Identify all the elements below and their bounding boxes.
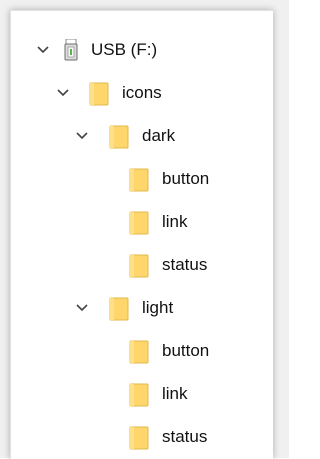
tree-item-light-button[interactable]: button <box>11 331 273 373</box>
folder-icon <box>129 340 149 364</box>
tree-item-dark-status[interactable]: status <box>11 245 273 287</box>
folder-icon <box>129 383 149 407</box>
chevron-down-icon[interactable] <box>56 86 70 100</box>
tree-item-label: button <box>162 169 210 188</box>
folder-icon <box>109 297 129 321</box>
tree-item-light-link[interactable]: link <box>11 374 273 416</box>
chevron-down-icon[interactable] <box>75 301 89 315</box>
tree-item-dark-link[interactable]: link <box>11 202 273 244</box>
tree-item-dark-button[interactable]: button <box>11 159 273 201</box>
tree-item-label: button <box>162 341 210 360</box>
folder-icon <box>129 211 149 235</box>
tree-item-label: dark <box>142 126 176 145</box>
chevron-down-icon[interactable] <box>36 43 50 57</box>
tree-item-dark[interactable]: dark <box>11 116 273 158</box>
tree-item-label: status <box>162 427 208 446</box>
folder-icon <box>89 82 109 106</box>
folder-icon <box>129 168 149 192</box>
tree-item-label: status <box>162 255 208 274</box>
tree-item-light[interactable]: light <box>11 288 273 330</box>
tree-item-label: link <box>162 384 188 403</box>
usb-drive-icon <box>64 39 78 61</box>
window-frame: USB (F:) icons dark button link status l… <box>0 0 289 459</box>
folder-icon <box>129 426 149 450</box>
tree-item-label: USB (F:) <box>91 40 158 59</box>
chevron-down-icon[interactable] <box>75 129 89 143</box>
tree-item-usb-drive[interactable]: USB (F:) <box>11 30 273 72</box>
folder-icon <box>109 125 129 149</box>
folder-icon <box>129 254 149 278</box>
tree-item-label: icons <box>122 83 162 102</box>
tree-item-label: link <box>162 212 188 231</box>
tree-item-label: light <box>142 298 174 317</box>
tree-item-icons[interactable]: icons <box>11 73 273 115</box>
tree-item-light-status[interactable]: status <box>11 417 273 459</box>
navigation-pane: USB (F:) icons dark button link status l… <box>10 10 273 459</box>
folder-tree: USB (F:) icons dark button link status l… <box>11 11 273 459</box>
